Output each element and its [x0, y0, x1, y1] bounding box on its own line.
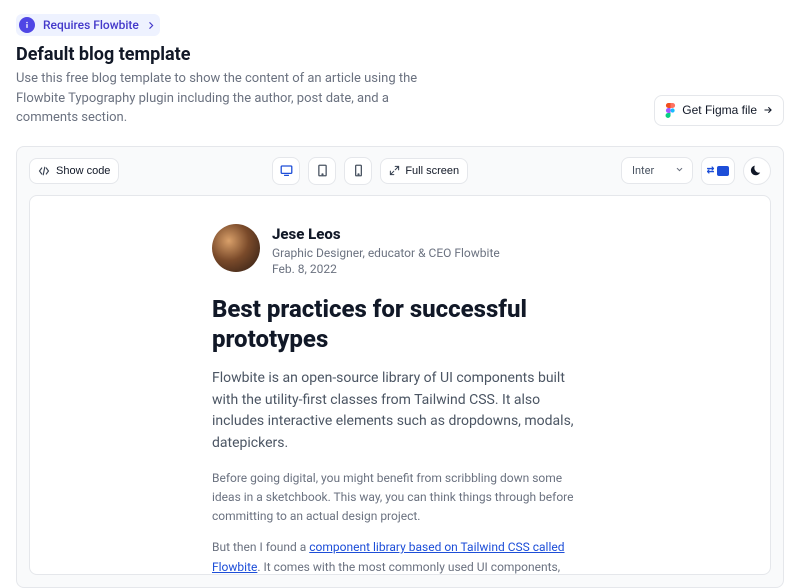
- get-figma-file-button[interactable]: Get Figma file: [654, 95, 784, 126]
- full-screen-label: Full screen: [405, 165, 459, 177]
- article-paragraph: Before going digital, you might benefit …: [212, 469, 588, 527]
- viewport-tablet-button[interactable]: [308, 157, 336, 185]
- figma-button-label: Get Figma file: [682, 103, 757, 117]
- post-date: Feb. 8, 2022: [272, 261, 500, 278]
- author-block: Jese Leos Graphic Designer, educator & C…: [212, 224, 588, 279]
- article-lead: Flowbite is an open-source library of UI…: [212, 368, 588, 455]
- dark-mode-toggle[interactable]: [743, 157, 771, 185]
- article-paragraph: But then I found a component library bas…: [212, 538, 588, 574]
- font-family-select[interactable]: Inter: [621, 157, 693, 184]
- author-role: Graphic Designer, educator & CEO Flowbit…: [272, 245, 500, 262]
- show-code-label: Show code: [56, 165, 110, 177]
- viewport-mobile-button[interactable]: [344, 157, 372, 185]
- chevron-right-icon: [147, 21, 156, 30]
- arrow-right-icon: [763, 105, 773, 115]
- preview-panel: Show code Full screen: [16, 146, 784, 588]
- rtl-toggle-indicator: [717, 166, 729, 176]
- moon-icon: [750, 164, 763, 177]
- author-avatar: [212, 224, 260, 272]
- info-icon: [19, 17, 35, 33]
- preview-toolbar: Show code Full screen: [17, 147, 783, 195]
- font-selected-label: Inter: [632, 164, 654, 177]
- preview-iframe: Jese Leos Graphic Designer, educator & C…: [29, 195, 771, 575]
- article-title: Best practices for successful prototypes: [212, 294, 588, 354]
- full-screen-button[interactable]: Full screen: [380, 158, 468, 184]
- rtl-toggle-button[interactable]: ⇄: [701, 157, 735, 185]
- author-name: Jese Leos: [272, 224, 500, 245]
- figma-icon: [665, 103, 676, 118]
- rtl-toggle-icon: ⇄: [707, 165, 715, 176]
- page-description: Use this free blog template to show the …: [16, 69, 446, 128]
- chevron-down-icon: [675, 164, 684, 177]
- badge-label: Requires Flowbite: [43, 18, 139, 32]
- show-code-button[interactable]: Show code: [29, 158, 119, 184]
- expand-icon: [389, 165, 400, 176]
- code-icon: [38, 165, 50, 177]
- viewport-desktop-button[interactable]: [272, 157, 300, 185]
- requires-flowbite-badge[interactable]: Requires Flowbite: [16, 14, 160, 36]
- page-title: Default blog template: [16, 44, 446, 65]
